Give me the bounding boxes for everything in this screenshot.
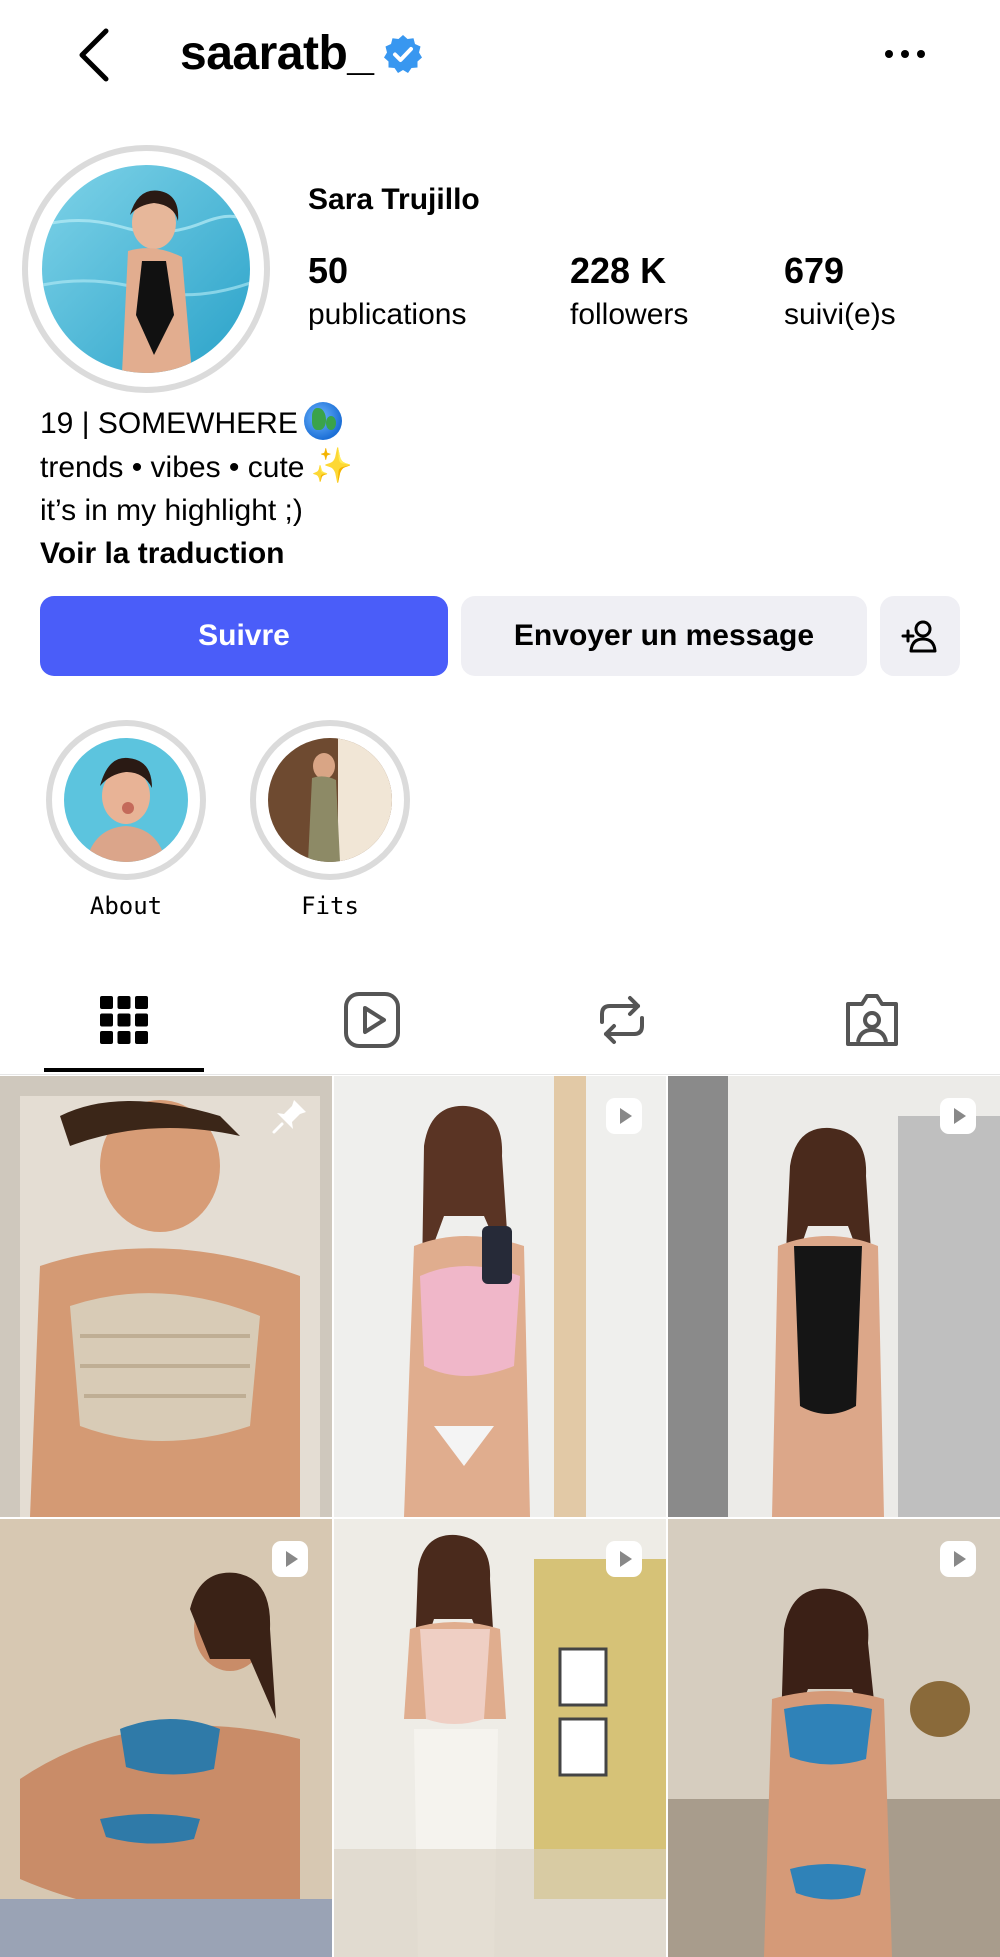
stat-posts[interactable]: 50 publications (308, 250, 466, 332)
more-options-icon[interactable] (880, 36, 930, 72)
username: saaratb_ (180, 27, 374, 80)
profile-stats: 50 publications 228 K followers 679 suiv… (308, 250, 988, 340)
reel-icon (606, 1098, 642, 1134)
stat-followers[interactable]: 228 K followers (570, 250, 688, 332)
active-tab-indicator (44, 1068, 204, 1072)
repost-tab-icon[interactable] (592, 990, 652, 1050)
stat-following-label: suivi(e)s (784, 298, 896, 331)
content-tabs (0, 960, 1000, 1075)
highlight-cover (268, 738, 392, 862)
add-person-icon (901, 620, 937, 653)
verified-badge-icon (384, 34, 423, 73)
post-thumbnail[interactable] (334, 1519, 666, 1957)
stat-followers-label: followers (570, 298, 689, 331)
highlight-label: About (89, 892, 163, 920)
username-title: saaratb_ (180, 26, 423, 81)
post-thumbnail[interactable] (0, 1076, 332, 1517)
bio-line-1: 19 | SOMEWHERE (40, 402, 353, 445)
bio: 19 | SOMEWHERE trends • vibes • cute ✨ it… (40, 402, 353, 575)
avatar-photo (42, 165, 250, 373)
profile-avatar[interactable] (22, 145, 270, 393)
posts-grid (0, 1076, 1000, 1957)
grid-tab-icon[interactable] (94, 990, 154, 1050)
highlight-label: Fits (301, 892, 359, 920)
suggest-user-button[interactable] (880, 596, 960, 676)
sparkles-emoji-icon: ✨ (310, 447, 353, 485)
stat-posts-value: 50 (308, 250, 349, 291)
reel-icon (940, 1541, 976, 1577)
post-thumbnail[interactable] (668, 1519, 1000, 1957)
see-translation-link[interactable]: Voir la traduction (40, 532, 353, 575)
back-chevron-icon[interactable] (72, 25, 116, 85)
stat-posts-label: publications (308, 298, 467, 331)
follow-button[interactable]: Suivre (40, 596, 448, 676)
tagged-tab-icon[interactable] (842, 990, 902, 1050)
post-thumbnail[interactable] (668, 1076, 1000, 1517)
reels-tab-icon[interactable] (342, 990, 402, 1050)
reel-icon (272, 1541, 308, 1577)
full-name: Sara Trujillo (308, 183, 480, 216)
bio-line-2: trends • vibes • cute ✨ (40, 447, 353, 485)
reel-icon (606, 1541, 642, 1577)
reel-icon (940, 1098, 976, 1134)
message-button[interactable]: Envoyer un message (461, 596, 867, 676)
post-thumbnail[interactable] (334, 1076, 666, 1517)
stat-following[interactable]: 679 suivi(e)s (784, 250, 896, 332)
highlight-ring (46, 720, 206, 880)
highlight-ring (250, 720, 410, 880)
globe-emoji-icon (303, 402, 342, 440)
post-thumbnail[interactable] (0, 1519, 332, 1957)
highlight-about[interactable]: About (46, 720, 206, 920)
top-bar: saaratb_ (0, 0, 1000, 110)
stat-followers-value: 228 K (570, 250, 667, 291)
bio-line-3: it’s in my highlight ;) (40, 494, 303, 527)
stat-following-value: 679 (784, 250, 845, 291)
highlight-fits[interactable]: Fits (250, 720, 410, 920)
highlight-cover (64, 738, 188, 862)
pin-icon (272, 1100, 306, 1134)
